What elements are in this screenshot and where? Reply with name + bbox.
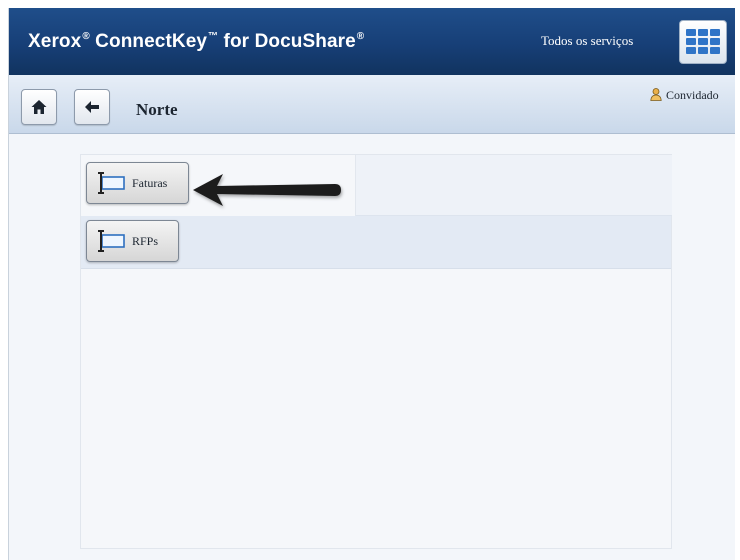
home-button[interactable] xyxy=(21,89,57,125)
back-button[interactable] xyxy=(74,89,110,125)
folder-button-rfps[interactable]: RFPs xyxy=(86,220,179,262)
folder-button-faturas[interactable]: Faturas xyxy=(86,162,189,204)
row-background xyxy=(355,155,672,216)
user-label: Convidado xyxy=(666,88,719,102)
folder-icon xyxy=(98,230,125,252)
folder-list-panel: Faturas RFPs xyxy=(80,154,672,549)
back-arrow-icon xyxy=(85,101,99,113)
user-icon xyxy=(650,88,662,101)
folder-label: RFPs xyxy=(132,234,159,248)
app-title: Xerox® ConnectKey™ for DocuShare® xyxy=(28,31,365,52)
app-frame: Xerox® ConnectKey™ for DocuShare® Todos … xyxy=(8,8,735,560)
folder-icon xyxy=(98,172,125,194)
location-bar: Norte Convidado xyxy=(9,75,735,134)
location-title: Norte xyxy=(136,100,178,119)
app-header: Xerox® ConnectKey™ for DocuShare® Todos … xyxy=(9,8,735,75)
all-services-link[interactable]: Todos os serviços xyxy=(541,33,633,49)
all-services-button[interactable] xyxy=(679,20,727,64)
folder-label: Faturas xyxy=(132,176,168,190)
pointer-arrow xyxy=(193,174,341,206)
apps-grid-icon xyxy=(686,29,720,55)
user-indicator[interactable]: Convidado xyxy=(650,88,719,103)
home-icon xyxy=(31,100,47,114)
